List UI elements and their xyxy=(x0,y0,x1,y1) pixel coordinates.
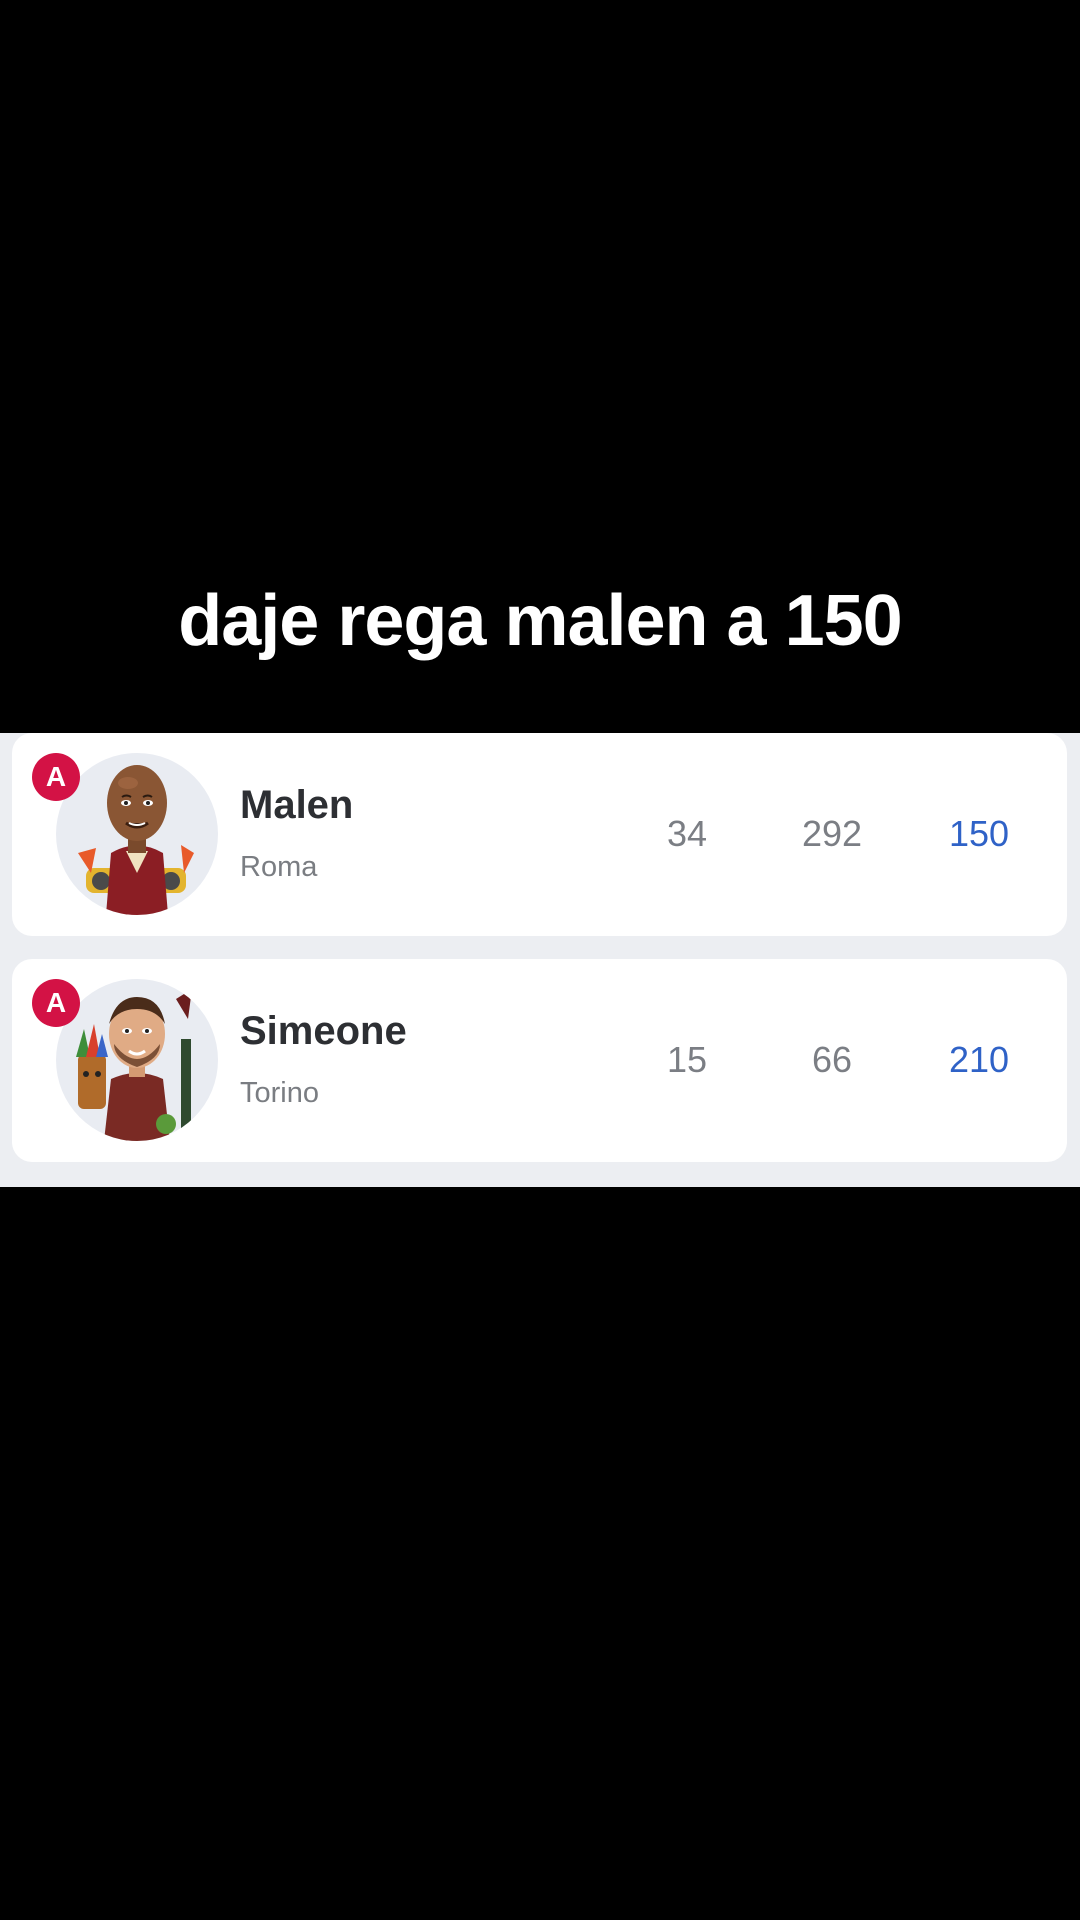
player-name: Malen xyxy=(240,783,354,827)
stat-1: 15 xyxy=(666,1039,708,1080)
player-team: Torino xyxy=(240,1077,319,1109)
avatar xyxy=(56,979,218,1141)
player-caricature-icon xyxy=(76,989,192,1141)
stat-3-value: 210 xyxy=(948,1039,1010,1080)
video-frame: daje rega malen a 150 A Malen Roma 34 29… xyxy=(0,0,1080,1920)
player-team: Roma xyxy=(240,851,318,883)
stat-3-value: 150 xyxy=(948,813,1010,854)
player-name: Simeone xyxy=(240,1009,407,1053)
player-list: A Malen Roma 34 292 150 A Simeone Torino… xyxy=(0,733,1080,1187)
stat-1: 34 xyxy=(666,813,708,854)
player-caricature-icon xyxy=(78,765,194,915)
stat-2: 292 xyxy=(801,813,863,854)
role-badge: A xyxy=(32,979,80,1027)
avatar xyxy=(56,753,218,915)
caption-text: daje rega malen a 150 xyxy=(178,581,902,661)
player-row[interactable]: A Simeone Torino 15 66 210 xyxy=(12,959,1067,1162)
player-row[interactable]: A Malen Roma 34 292 150 xyxy=(12,733,1067,936)
stat-2: 66 xyxy=(811,1039,853,1080)
role-badge: A xyxy=(32,753,80,801)
